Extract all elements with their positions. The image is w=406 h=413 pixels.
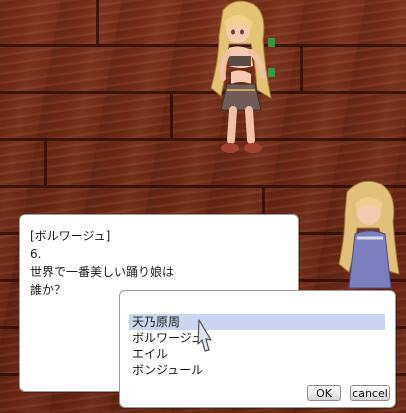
menu-option[interactable]: エイル: [129, 346, 385, 362]
npc-dancer-sprite[interactable]: [205, 0, 285, 165]
plank-seam: [300, 47, 303, 91]
npc-girl-sprite[interactable]: [335, 178, 406, 298]
cancel-button[interactable]: cancel: [350, 385, 390, 401]
plank-seam: [44, 141, 47, 185]
menu-select-window: 天乃原周 ボルワージュ エイル ボンジュール OK cancel: [119, 290, 396, 408]
menu-options-list: 天乃原周 ボルワージュ エイル ボンジュール: [129, 314, 385, 378]
menu-option[interactable]: ボルワージュ: [129, 330, 385, 346]
message-line: 世界で一番美しい踊り娘は: [30, 265, 175, 279]
npc-message-text: [ボルワージュ] 6. 世界で一番美しい踊り娘は 誰か？: [30, 227, 290, 299]
menu-option[interactable]: 天乃原周: [129, 314, 385, 330]
mouse-cursor-icon: [197, 319, 212, 352]
plank-seam: [96, 0, 99, 44]
ok-button[interactable]: OK: [307, 385, 341, 401]
menu-option[interactable]: ボンジュール: [129, 362, 385, 378]
speaker-name: [ボルワージュ]: [30, 229, 111, 243]
message-line: 6.: [30, 247, 42, 261]
plank-seam: [170, 94, 173, 138]
